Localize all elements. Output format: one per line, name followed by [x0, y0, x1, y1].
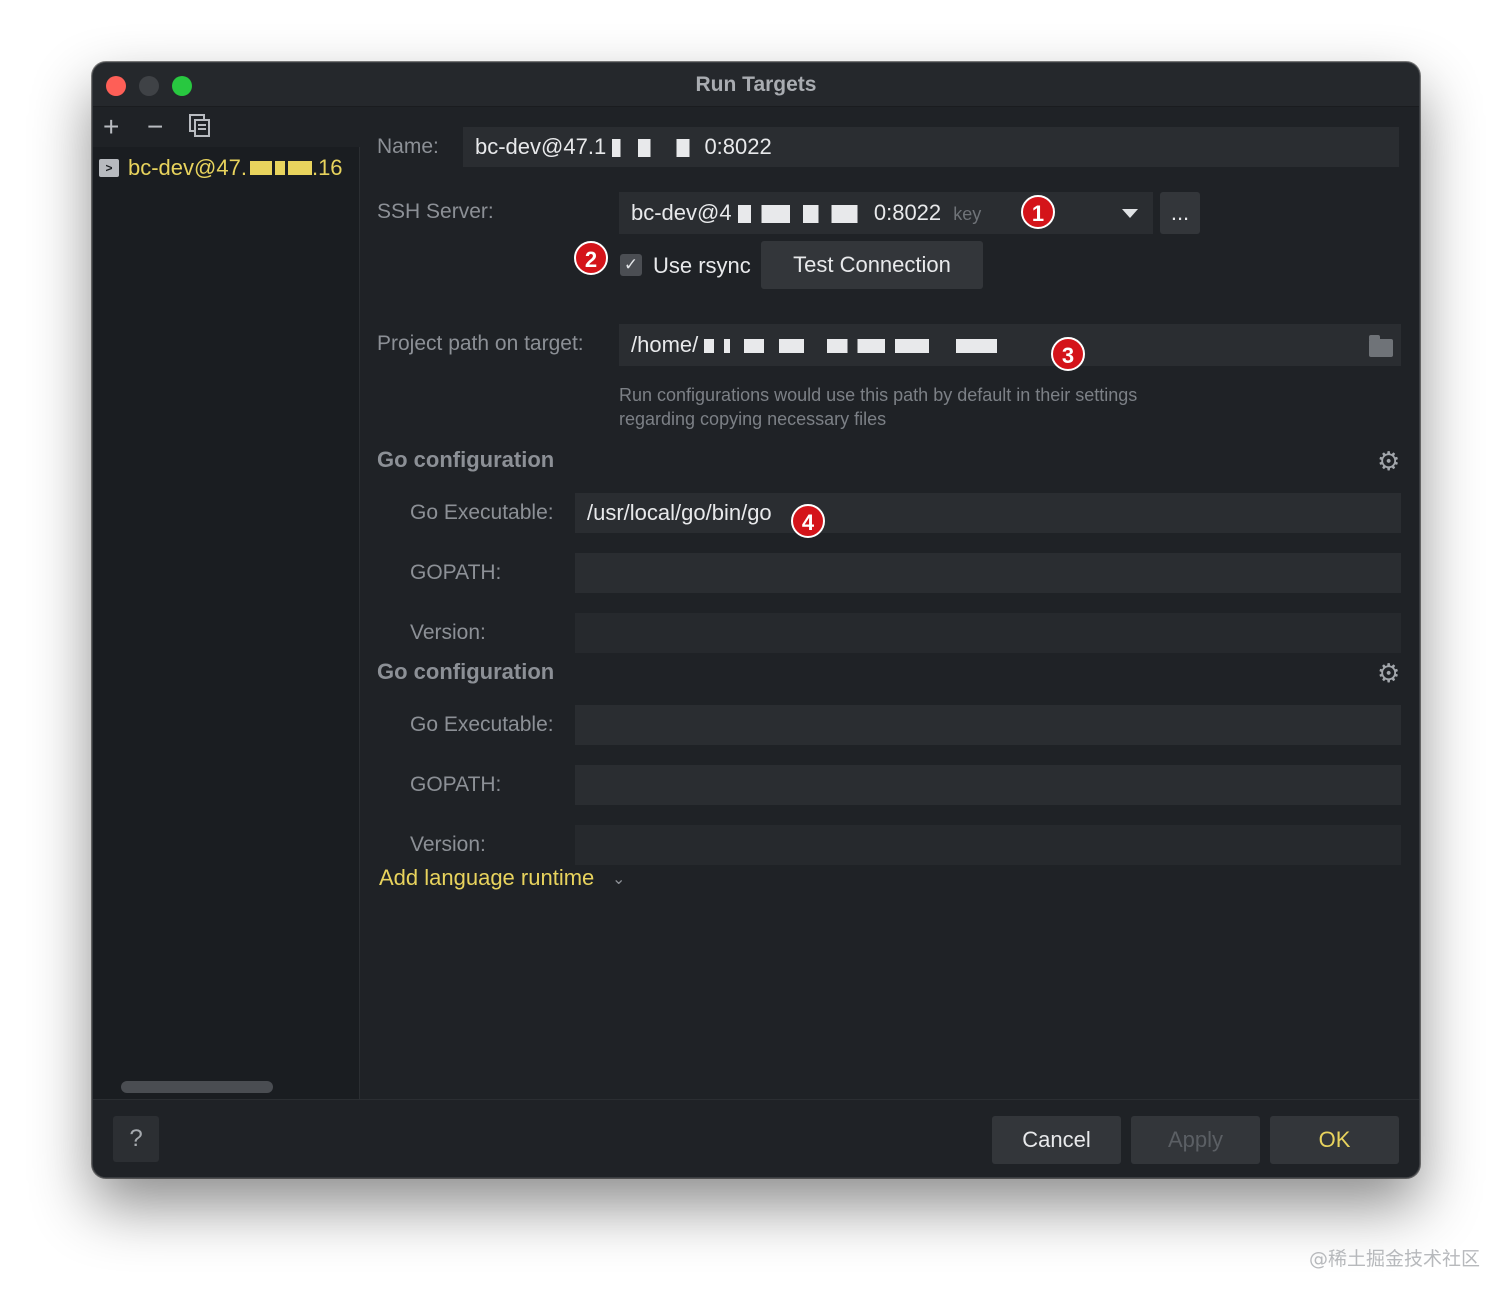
name-value-tail: 0:8022	[704, 134, 772, 159]
ssh-server-label: SSH Server:	[377, 200, 494, 223]
test-connection-button[interactable]: Test Connection	[761, 241, 983, 289]
chevron-down-icon[interactable]: ⌄	[612, 869, 625, 889]
project-path-field[interactable]: /home/	[619, 324, 1401, 366]
project-path-value: /home/	[631, 332, 699, 357]
target-settings-panel: Name: bc-dev@47.1 0:8022 SSH Server: bc-…	[361, 107, 1419, 1099]
watermark: @稀土掘金技术社区	[1308, 1248, 1480, 1270]
name-field[interactable]: bc-dev@47.1 0:8022	[463, 127, 1399, 167]
ssh-server-value-tail: 0:8022	[873, 200, 942, 225]
copy-target-icon[interactable]	[189, 113, 211, 145]
dialog-footer: ? Cancel Apply OK	[93, 1099, 1419, 1177]
terminal-icon: >	[99, 159, 119, 177]
ssh-server-value: bc-dev@4	[631, 200, 732, 225]
use-rsync-checkbox[interactable]: ✓	[620, 254, 642, 276]
go-executable-label: Go Executable:	[410, 501, 554, 524]
version-field	[575, 825, 1401, 865]
window-title: Run Targets	[695, 73, 817, 96]
name-label: Name:	[377, 135, 439, 158]
use-rsync-label: Use rsync	[653, 253, 751, 278]
annotation-badge-2: 2	[574, 241, 608, 275]
ok-button[interactable]: OK	[1270, 1116, 1399, 1164]
redacted-block	[612, 139, 699, 158]
redacted-block	[287, 161, 312, 175]
sidebar-item-ssh-target[interactable]: > bc-dev@47. .16	[99, 153, 359, 183]
sidebar-item-label: bc-dev@47.	[128, 155, 247, 180]
help-button[interactable]: ?	[113, 1116, 159, 1162]
redacted-block	[826, 339, 997, 354]
project-path-hint-line1: Run configurations would use this path b…	[619, 385, 1138, 405]
go-executable-value: /usr/local/go/bin/go	[587, 500, 772, 525]
cancel-button[interactable]: Cancel	[992, 1116, 1121, 1164]
version-label: Version:	[410, 833, 486, 856]
annotation-badge-1: 1	[1021, 195, 1055, 229]
version-field	[575, 613, 1401, 653]
ssh-key-hint: key	[953, 204, 982, 224]
go-executable-label: Go Executable:	[410, 713, 554, 736]
redacted-block	[249, 161, 272, 175]
remove-target-icon[interactable]: −	[147, 111, 163, 143]
go-configuration-settings-icon[interactable]: ⚙	[1377, 660, 1403, 686]
gopath-field[interactable]	[575, 553, 1401, 593]
project-path-hint-line2: regarding copying necessary files	[619, 409, 887, 429]
redacted-block	[274, 161, 285, 175]
project-path-label: Project path on target:	[377, 332, 584, 355]
browse-folder-icon[interactable]	[1369, 335, 1393, 357]
gopath-label: GOPATH:	[410, 561, 502, 584]
add-language-runtime-link[interactable]: Add language runtime	[379, 865, 594, 891]
apply-button[interactable]: Apply	[1131, 1116, 1260, 1164]
sidebar-toolbar: + −	[93, 107, 360, 147]
version-label: Version:	[410, 621, 486, 644]
title-bar: Run Targets	[93, 63, 1419, 107]
add-target-icon[interactable]: +	[103, 111, 119, 143]
go-configuration-title: Go configuration	[377, 659, 555, 684]
go-configuration-title: Go configuration	[377, 447, 555, 472]
go-configuration-settings-icon[interactable]: ⚙	[1377, 448, 1403, 474]
annotation-badge-4: 4	[791, 504, 825, 538]
ssh-server-dropdown-arrow[interactable]	[1107, 192, 1153, 234]
gopath-field[interactable]	[575, 765, 1401, 805]
go-executable-field[interactable]	[575, 705, 1401, 745]
annotation-badge-3: 3	[1051, 337, 1085, 371]
sidebar-item-suffix: .16	[311, 155, 343, 180]
ssh-server-more-button[interactable]: ...	[1160, 192, 1200, 234]
redacted-block	[737, 205, 868, 224]
gopath-label: GOPATH:	[410, 773, 502, 796]
name-value: bc-dev@47.1	[475, 134, 607, 159]
targets-sidebar: + − > bc-dev@47. .16	[93, 107, 360, 1099]
sidebar-scrollbar[interactable]	[121, 1081, 273, 1093]
redacted-block	[704, 339, 805, 354]
go-executable-field[interactable]: /usr/local/go/bin/go	[575, 493, 1401, 533]
run-targets-window: Run Targets + − > bc-dev@47. .16 Name: b…	[92, 62, 1420, 1178]
